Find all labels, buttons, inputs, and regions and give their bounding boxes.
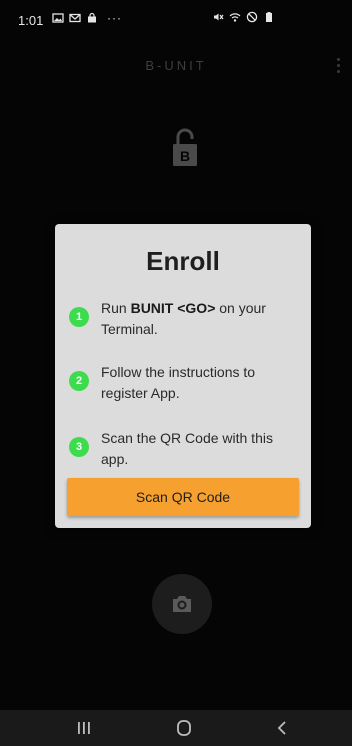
scan-qr-code-button[interactable]: Scan QR Code [67,478,299,516]
shop-icon [86,12,98,24]
enroll-dialog: Enroll 1 Run BUNIT <GO> on your Terminal… [55,224,311,528]
lock-letter: B [180,148,190,164]
status-time: 1:01 [18,13,44,28]
recents-icon[interactable] [72,718,96,738]
step-number-badge: 2 [69,371,89,391]
status-bar: 1:01 ··· [0,0,352,36]
gallery-icon [52,12,64,24]
more-notifications-indicator: ··· [107,11,122,25]
wifi-icon [229,11,241,23]
step-text: Run BUNIT <GO> on your Terminal. [101,300,266,337]
dnd-icon [246,11,258,23]
app-screen: 1:01 ··· B-UNIT B Enroll 1 Run BUNIT <GO… [0,0,352,746]
back-icon[interactable] [270,718,294,738]
camera-icon [173,596,191,612]
step-text: Scan the QR Code with this app. [101,430,273,467]
system-navigation-bar [0,710,352,746]
step-number-badge: 1 [69,307,89,327]
app-title: B-UNIT [145,58,207,73]
terminal-command: BUNIT <GO> [130,300,216,316]
mute-icon [212,11,224,23]
step-text: Follow the instructions to register App. [101,364,256,401]
camera-button[interactable] [152,574,212,634]
dialog-title: Enroll [146,246,220,276]
lock-icon: B [170,126,200,168]
overflow-menu-icon[interactable] [334,58,342,76]
status-system-icons [212,11,275,23]
battery-icon [263,11,275,23]
status-notification-icons: ··· [52,11,122,25]
gmail-icon [69,12,81,24]
home-icon[interactable] [172,718,196,738]
step-number-badge: 3 [69,437,89,457]
